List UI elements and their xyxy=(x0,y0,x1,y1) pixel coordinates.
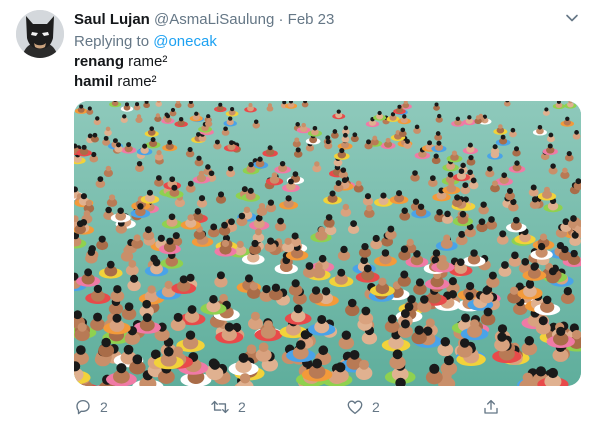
tweet-text-line: renang rame² xyxy=(74,52,167,72)
heart-icon xyxy=(347,400,363,415)
avatar[interactable] xyxy=(16,10,64,58)
tweet-media-image[interactable] xyxy=(74,101,581,386)
crowded-pool-photo xyxy=(74,101,581,386)
bold-word: renang xyxy=(74,53,125,70)
retweet-button[interactable]: 2 xyxy=(210,398,346,416)
tweet-menu-button[interactable] xyxy=(563,9,581,27)
chevron-down-icon xyxy=(566,14,578,22)
display-name[interactable]: Saul Lujan xyxy=(74,11,150,28)
handle[interactable]: @AsmaLiSaulung xyxy=(154,11,274,28)
reply-button[interactable]: 2 xyxy=(74,398,210,416)
replying-prefix: Replying to xyxy=(74,33,154,50)
tweet-text-line: hamil rame² xyxy=(74,72,167,92)
line-rest: rame² xyxy=(124,53,168,70)
tweet-text: renang rame² hamil rame² xyxy=(74,52,167,92)
bold-word: hamil xyxy=(74,73,114,90)
avatar-image xyxy=(16,10,64,58)
share-button[interactable] xyxy=(482,398,500,416)
retweet-icon xyxy=(211,400,229,414)
like-button[interactable]: 2 xyxy=(346,398,482,416)
separator: · xyxy=(274,11,288,28)
action-bar: 2 2 2 xyxy=(74,396,504,418)
tweet[interactable]: Saul Lujan @AsmaLiSaulung · Feb 23 Reply… xyxy=(0,0,593,428)
handle-text: @AsmaLiSaulung xyxy=(154,11,275,28)
reply-icon xyxy=(76,399,90,415)
tweet-date[interactable]: Feb 23 xyxy=(288,11,335,28)
retweet-count: 2 xyxy=(238,399,246,415)
line-rest: rame² xyxy=(113,73,157,90)
mention-link[interactable]: @onecak xyxy=(153,33,217,50)
replying-to: Replying to @onecak xyxy=(74,32,217,52)
tweet-header: Saul Lujan @AsmaLiSaulung · Feb 23 xyxy=(74,10,334,30)
reply-count: 2 xyxy=(100,399,108,415)
share-icon xyxy=(484,399,498,414)
like-count: 2 xyxy=(372,399,380,415)
